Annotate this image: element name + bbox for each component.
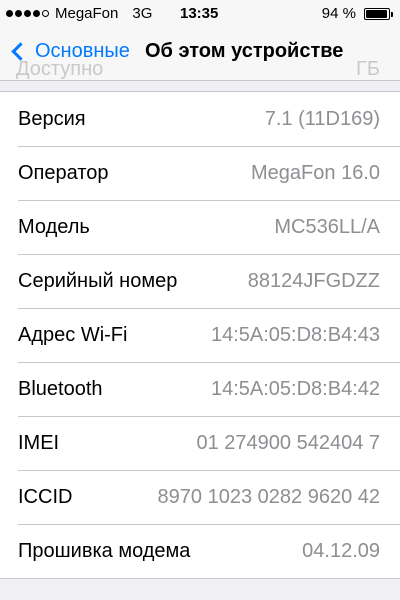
list-item-version: Версия 7.1 (11D169): [0, 92, 400, 146]
status-bar: MegaFon 3G 13:35 94 %: [0, 0, 400, 28]
signal-dot: [15, 10, 22, 17]
battery-icon: [364, 7, 393, 20]
row-label: Прошивка модема: [18, 539, 191, 562]
row-value: 14:5A:05:D8:B4:43: [210, 323, 380, 346]
navigation-bar: Доступно ГБ Основные Об этом устройстве: [0, 28, 400, 81]
row-value: 8970 1023 0282 9620 42: [157, 485, 380, 508]
carrier-name: MegaFon: [55, 5, 119, 22]
battery-level: [366, 9, 387, 18]
row-value: MegaFon 16.0: [251, 161, 380, 184]
row-label: Оператор: [18, 161, 109, 184]
battery-percent: 94 %: [321, 5, 356, 22]
row-label: ICCID: [18, 485, 73, 508]
list-item-serial-number: Серийный номер 88124JFGDZZ: [0, 254, 400, 308]
list-item-bluetooth: Bluetooth 14:5A:05:D8:B4:42: [0, 362, 400, 416]
row-value: 88124JFGDZZ: [247, 269, 380, 292]
back-button-label: Основные: [35, 40, 130, 62]
signal-dot-empty: [42, 10, 49, 17]
row-label: Bluetooth: [18, 377, 103, 400]
back-button[interactable]: Основные: [8, 40, 130, 63]
signal-dot: [6, 10, 13, 17]
list-item-wifi-address: Адрес Wi-Fi 14:5A:05:D8:B4:43: [0, 308, 400, 362]
list-item-iccid: ICCID 8970 1023 0282 9620 42: [0, 470, 400, 524]
list-item-imei: IMEI 01 274900 542404 7: [0, 416, 400, 470]
status-right: 94 %: [321, 5, 393, 22]
status-left: MegaFon 3G: [6, 5, 152, 22]
signal-dot: [24, 10, 31, 17]
row-value: 7.1 (11D169): [264, 107, 380, 130]
row-label: IMEI: [18, 431, 60, 454]
row-value: 04.12.09: [302, 539, 380, 562]
row-label: Версия: [18, 107, 86, 130]
row-label: Адрес Wi-Fi: [18, 323, 128, 346]
list-item-carrier: Оператор MegaFon 16.0: [0, 146, 400, 200]
chevron-left-icon: [11, 42, 30, 61]
battery-nub: [391, 11, 393, 17]
list-item-model: Модель MC536LL/A: [0, 200, 400, 254]
row-value: MC536LL/A: [274, 215, 380, 238]
signal-strength-icon: [6, 10, 49, 17]
signal-dot: [33, 10, 40, 17]
row-value: 14:5A:05:D8:B4:42: [210, 377, 380, 400]
row-value: 01 274900 542404 7: [196, 431, 380, 454]
row-label: Модель: [18, 215, 90, 238]
network-type: 3G: [132, 5, 153, 22]
clock: 13:35: [180, 5, 219, 22]
row-label: Серийный номер: [18, 269, 178, 292]
list-item-modem-firmware: Прошивка модема 04.12.09: [0, 524, 400, 578]
about-list: Версия 7.1 (11D169) Оператор MegaFon 16.…: [0, 91, 400, 579]
page-title: Об этом устройстве: [145, 40, 344, 62]
scrolled-row-value: ГБ: [356, 58, 380, 80]
